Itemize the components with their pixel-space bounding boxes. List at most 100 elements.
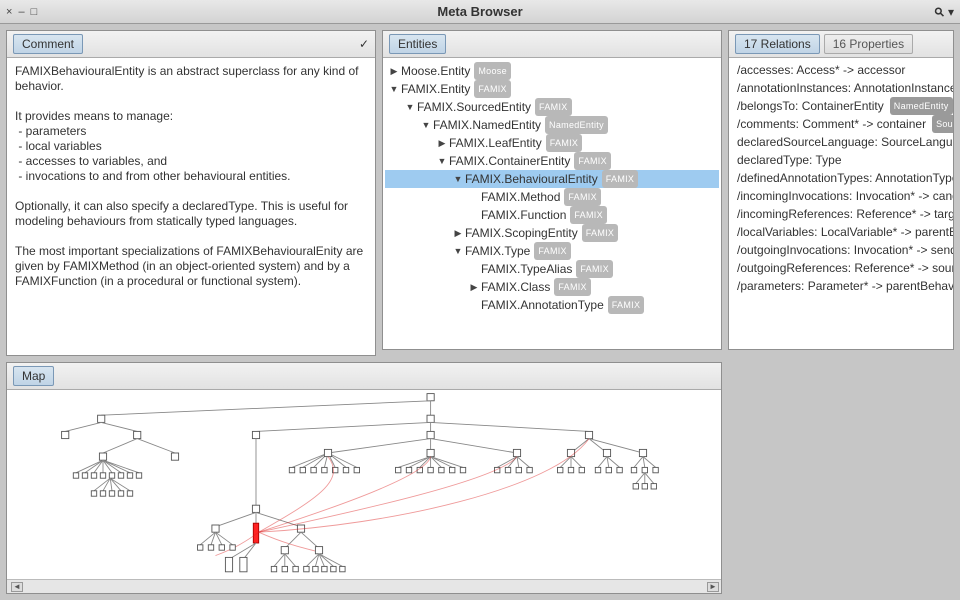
badge: Moose — [474, 62, 511, 80]
badge: FAMIX — [534, 242, 571, 260]
badge: FAMIX — [570, 206, 607, 224]
tab-relations[interactable]: 17 Relations — [735, 34, 820, 54]
list-item[interactable]: declaredType: Type — [733, 151, 949, 169]
comment-body-wrap[interactable]: FAMIXBehaviouralEntity is an abstract su… — [7, 58, 375, 355]
list-item[interactable]: /accesses: Access* -> accessor — [733, 61, 949, 79]
tree-item-label: FAMIX.ContainerEntity — [449, 152, 570, 170]
tree-item-label: FAMIX.Type — [465, 242, 530, 260]
list-item[interactable]: /belongsTo: ContainerEntityNamedEntity — [733, 97, 949, 115]
tree-item-label: FAMIX.Method — [481, 188, 560, 206]
relation-text: declaredType: Type — [737, 151, 842, 169]
comment-header: Comment ✓ — [7, 31, 375, 58]
tree-item[interactable]: ▼FAMIX.EntityFAMIX — [385, 80, 719, 98]
map-svg — [7, 390, 721, 579]
list-item[interactable]: /definedAnnotationTypes: AnnotationType*… — [733, 169, 949, 187]
minimize-icon[interactable]: – — [18, 6, 24, 18]
tree-item[interactable]: ▼FAMIX.SourcedEntityFAMIX — [385, 98, 719, 116]
tree-item-label: FAMIX.BehaviouralEntity — [465, 170, 598, 188]
entities-tree: ▶Moose.EntityMoose▼FAMIX.EntityFAMIX▼FAM… — [383, 58, 721, 318]
entities-panel: Entities ▶Moose.EntityMoose▼FAMIX.Entity… — [382, 30, 722, 350]
chevron-right-icon[interactable]: ▶ — [437, 134, 447, 152]
relation-text: /comments: Comment* -> container — [737, 115, 926, 133]
relation-text: /incomingReferences: Reference* -> targe… — [737, 205, 953, 223]
list-item[interactable]: /localVariables: LocalVariable* -> paren… — [733, 223, 949, 241]
list-item[interactable]: /comments: Comment* -> containerSourcedE… — [733, 115, 949, 133]
tree-item-label: FAMIX.LeafEntity — [449, 134, 542, 152]
relation-text: /outgoingInvocations: Invocation* -> sen… — [737, 241, 953, 259]
relations-list: /accesses: Access* -> accessor/annotatio… — [729, 58, 953, 298]
tree-item[interactable]: ▶FAMIX.ScopingEntityFAMIX — [385, 224, 719, 242]
chevron-down-icon[interactable]: ▼ — [405, 98, 415, 116]
tree-item[interactable]: ▼FAMIX.ContainerEntityFAMIX — [385, 152, 719, 170]
relations-header: 17 Relations 16 Properties — [729, 31, 953, 58]
tree-item[interactable]: FAMIX.AnnotationTypeFAMIX — [385, 296, 719, 314]
relation-text: /annotationInstances: AnnotationInstance… — [737, 79, 953, 97]
tree-item[interactable]: FAMIX.MethodFAMIX — [385, 188, 719, 206]
chevron-down-icon[interactable]: ▼ — [437, 152, 447, 170]
scroll-left-icon[interactable]: ◄ — [11, 582, 23, 592]
tab-map[interactable]: Map — [13, 366, 54, 386]
chevron-down-icon[interactable]: ▼ — [453, 170, 463, 188]
badge: FAMIX — [554, 278, 591, 296]
tree-item[interactable]: ▼FAMIX.BehaviouralEntityFAMIX — [385, 170, 719, 188]
list-item[interactable]: declaredSourceLanguage: SourceLanguage -… — [733, 133, 949, 151]
comment-text: FAMIXBehaviouralEntity is an abstract su… — [7, 58, 375, 295]
list-item[interactable]: /parameters: Parameter* -> parentBehavio… — [733, 277, 949, 295]
close-icon[interactable]: × — [6, 6, 12, 18]
chevron-right-icon[interactable]: ▶ — [469, 278, 479, 296]
entities-body[interactable]: ▶Moose.EntityMoose▼FAMIX.EntityFAMIX▼FAM… — [383, 58, 721, 349]
badge: SourcedEntity — [932, 115, 953, 133]
badge: FAMIX — [602, 170, 639, 188]
tab-entities[interactable]: Entities — [389, 34, 446, 54]
badge: FAMIX — [608, 296, 645, 314]
relation-text: /outgoingReferences: Reference* -> sourc… — [737, 259, 953, 277]
comment-panel: Comment ✓ FAMIXBehaviouralEntity is an a… — [6, 30, 376, 356]
relation-text: /localVariables: LocalVariable* -> paren… — [737, 223, 953, 241]
window: × – □ Meta Browser ⚲ ▾ Entities ▶Moose.E… — [0, 0, 960, 600]
tree-item[interactable]: FAMIX.TypeAliasFAMIX — [385, 260, 719, 278]
tab-comment[interactable]: Comment — [13, 34, 83, 54]
badge: FAMIX — [474, 80, 511, 98]
entities-header: Entities — [383, 31, 721, 58]
list-item[interactable]: /incomingReferences: Reference* -> targe… — [733, 205, 949, 223]
chevron-right-icon[interactable]: ▶ — [389, 62, 399, 80]
tree-item[interactable]: ▶FAMIX.ClassFAMIX — [385, 278, 719, 296]
list-item[interactable]: /annotationInstances: AnnotationInstance… — [733, 79, 949, 97]
tree-item[interactable]: ▶Moose.EntityMoose — [385, 62, 719, 80]
map-header: Map — [7, 363, 721, 390]
dropdown-icon[interactable]: ▾ — [948, 5, 954, 19]
relation-text: /definedAnnotationTypes: AnnotationType*… — [737, 169, 953, 187]
chevron-down-icon[interactable]: ▼ — [453, 242, 463, 260]
tree-item[interactable]: ▼FAMIX.TypeFAMIX — [385, 242, 719, 260]
tree-item-label: FAMIX.Function — [481, 206, 566, 224]
map-body[interactable] — [7, 390, 721, 579]
relation-text: /belongsTo: ContainerEntity — [737, 97, 884, 115]
scroll-right-icon[interactable]: ► — [707, 582, 719, 592]
badge: FAMIX — [582, 224, 619, 242]
search-icon[interactable]: ⚲ — [932, 3, 948, 19]
chevron-down-icon[interactable]: ▼ — [389, 80, 399, 98]
tree-item[interactable]: FAMIX.FunctionFAMIX — [385, 206, 719, 224]
titlebar: × – □ Meta Browser ⚲ ▾ — [0, 0, 960, 24]
chevron-right-icon[interactable]: ▶ — [453, 224, 463, 242]
tree-item-label: FAMIX.Class — [481, 278, 550, 296]
list-item[interactable]: /outgoingReferences: Reference* -> sourc… — [733, 259, 949, 277]
map-panel: Map — [6, 362, 722, 594]
relations-panel: 17 Relations 16 Properties /accesses: Ac… — [728, 30, 954, 350]
window-title: Meta Browser — [0, 4, 960, 19]
list-item[interactable]: /incomingInvocations: Invocation* -> can… — [733, 187, 949, 205]
relations-body[interactable]: /accesses: Access* -> accessor/annotatio… — [729, 58, 953, 349]
relation-text: /accesses: Access* -> accessor — [737, 61, 905, 79]
content: Entities ▶Moose.EntityMoose▼FAMIX.Entity… — [0, 24, 960, 600]
list-item[interactable]: /outgoingInvocations: Invocation* -> sen… — [733, 241, 949, 259]
chevron-down-icon[interactable]: ▼ — [421, 116, 431, 134]
tree-item[interactable]: ▶FAMIX.LeafEntityFAMIX — [385, 134, 719, 152]
badge: NamedEntity — [545, 116, 608, 134]
tree-item-label: Moose.Entity — [401, 62, 470, 80]
check-icon[interactable]: ✓ — [359, 37, 369, 51]
tab-properties[interactable]: 16 Properties — [824, 34, 913, 54]
restore-icon[interactable]: □ — [31, 6, 38, 18]
map-scrollbar[interactable]: ◄ ► — [7, 579, 721, 593]
tree-item[interactable]: ▼FAMIX.NamedEntityNamedEntity — [385, 116, 719, 134]
tree-item-label: FAMIX.TypeAlias — [481, 260, 572, 278]
